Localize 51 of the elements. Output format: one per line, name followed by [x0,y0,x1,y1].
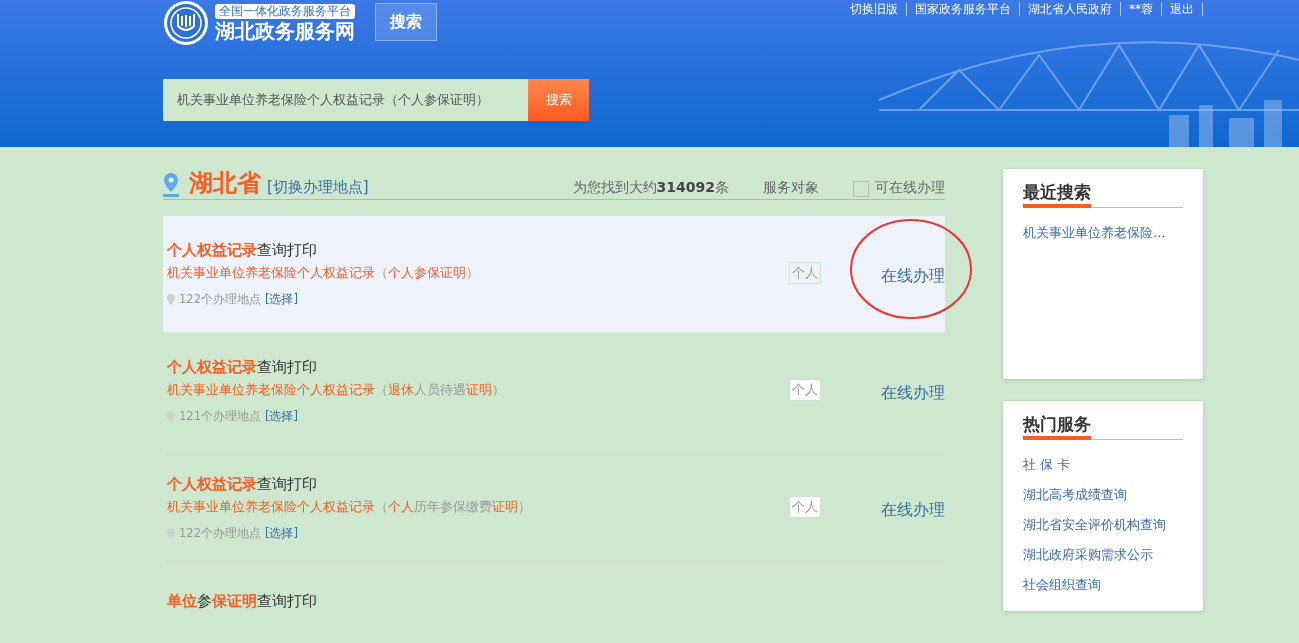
service-target-filter[interactable]: 服务对象 [763,179,819,197]
location-pin-icon [167,411,175,422]
sidebar-link[interactable]: 机关事业单位养老保险... [1023,218,1183,248]
emblem-logo-icon [163,0,209,46]
service-title[interactable]: 个人权益记录查询打印 [167,357,789,377]
choose-link[interactable]: [选择] [264,409,298,424]
sidebar-link[interactable]: 湖北高考成绩查询 [1023,480,1183,510]
result-count: 为您找到大约314092条 [572,179,729,197]
card-title: 热门服务 [1023,413,1091,440]
service-subtitle: 机关事业单位养老保险个人权益记录（退休人员待遇证明） [167,382,506,399]
service-title[interactable]: 个人权益记录查询打印 [167,240,789,260]
online-checkbox[interactable] [853,181,869,197]
search-button[interactable]: 搜索 [375,3,437,41]
location-pin-icon [163,173,179,197]
service-subtitle: 机关事业单位养老保险个人权益记录（个人参保证明） [167,265,480,282]
top-link[interactable]: 退出 [1162,2,1203,16]
target-tag: 个人 [789,379,821,401]
sidebar-link[interactable]: 湖北省安全评价机构查询 [1023,510,1183,540]
sidebar-link[interactable]: 社会组织查询 [1023,570,1183,600]
top-link[interactable]: 切换旧版 [842,2,907,16]
online-filter-label: 可在线办理 [875,179,945,197]
choose-link[interactable]: [选择] [264,292,298,307]
location-count: 122个办理地点 [179,526,261,541]
top-link[interactable]: **蓉 [1121,2,1162,16]
location-count: 121个办理地点 [179,409,261,424]
region-title: 湖北省 [189,169,261,197]
location-pin-icon [167,294,175,305]
platform-tag: 全国一体化政务服务平台 [215,4,355,19]
location-pin-icon [167,528,175,539]
service-subtitle: 机关事业单位养老保险个人权益记录（个人历年参保缴费证明） [167,499,532,516]
site-title: 湖北政务服务网 [215,19,355,43]
result-row[interactable]: 个人权益记录查询打印 机关事业单位养老保险个人权益记录（退休人员待遇证明） 121个办理地点 [选择] 个人 在线办理 [163,333,945,450]
top-link[interactable]: 湖北省人民政府 [1020,2,1121,16]
card-title: 最近搜索 [1023,181,1091,208]
online-handle-link[interactable]: 在线办理 [881,266,945,287]
result-row[interactable]: 单位参保证明查询打印 [163,567,945,611]
target-tag: 个人 [789,262,821,284]
online-handle-link[interactable]: 在线办理 [881,383,945,404]
service-title[interactable]: 单位参保证明查询打印 [167,591,945,611]
sidebar-link[interactable]: 社 保 卡 [1023,450,1183,480]
top-link[interactable]: 国家政务服务平台 [907,2,1020,16]
result-row[interactable]: 个人权益记录查询打印 机关事业单位养老保险个人权益记录（个人参保证明） 122个办理地点 [选择] 个人 在线办理 [163,216,945,333]
search-field[interactable]: 机关事业单位养老保险个人权益记录（个人参保证明） [163,79,528,121]
choose-link[interactable]: [选择] [264,526,298,541]
result-row[interactable]: 个人权益记录查询打印 机关事业单位养老保险个人权益记录（个人历年参保缴费证明） 122个办理地点 [选择] 个人 在线办理 [163,450,945,567]
switch-location-link[interactable]: [切换办理地点] [267,178,369,197]
online-handle-link[interactable]: 在线办理 [881,500,945,521]
service-title[interactable]: 个人权益记录查询打印 [167,474,789,494]
location-count: 122个办理地点 [179,292,261,307]
sidebar-link[interactable]: 湖北政府采购需求公示 [1023,540,1183,570]
target-tag: 个人 [789,496,821,518]
